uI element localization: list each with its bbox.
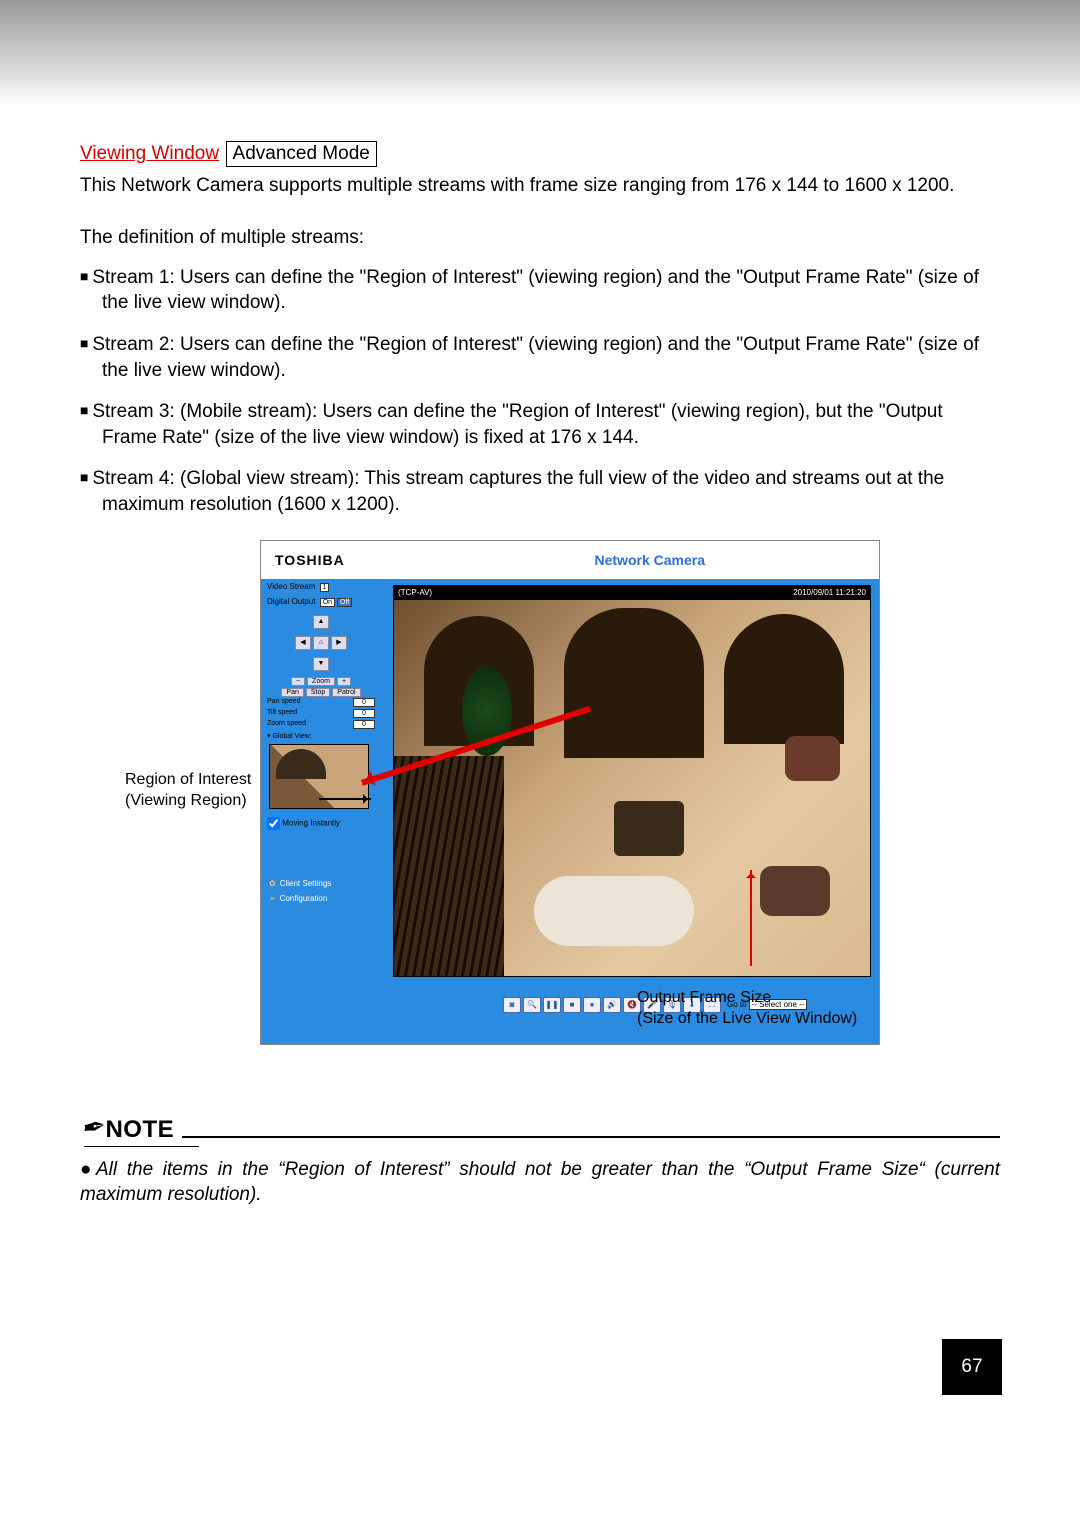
list-item: Stream 1: Users can define the "Region o… (80, 265, 1000, 316)
pan-stop-patrol-row: Pan Stop Patrol (261, 688, 381, 697)
note-heading: ✒ NOTE (80, 1111, 1000, 1144)
pan-speed-label: Pan speed (267, 698, 300, 707)
note-text: All the items in the “Region of Interest… (80, 1159, 1000, 1206)
stop-button[interactable]: Stop (306, 688, 330, 697)
tilt-speed-select[interactable]: 0 (353, 709, 375, 718)
note-label: NOTE (105, 1116, 174, 1144)
zoom-speed-label: Zoom speed (267, 720, 306, 729)
video-stream-row: Video Stream 1 (261, 579, 381, 594)
ptz-down-button[interactable]: ▼ (313, 657, 329, 671)
digital-output-label: Digital Output (267, 597, 315, 606)
list-item: Stream 4: (Global view stream): This str… (80, 466, 1000, 517)
zoom-button[interactable]: 🔍 (523, 997, 541, 1013)
feather-icon: ✒ (77, 1109, 106, 1146)
scene-decor (534, 876, 694, 946)
client-settings-link[interactable]: ✿ Client Settings (261, 876, 381, 891)
volume-button[interactable]: 🔊 (603, 997, 621, 1013)
video-protocol-label: (TCP-AV) (398, 586, 432, 600)
ofs-callout-line1: Output Frame Size (637, 989, 771, 1006)
configuration-label: Configuration (280, 894, 328, 903)
pan-button[interactable]: Pan (281, 688, 303, 697)
scene-decor (760, 866, 830, 916)
digital-output-row: Digital Output OnOff (261, 594, 381, 609)
client-settings-label: Client Settings (280, 879, 332, 888)
video-stream-select[interactable]: 1 (320, 583, 330, 592)
digital-output-off-button[interactable]: Off (337, 598, 352, 607)
tilt-speed-label: Tilt speed (267, 709, 297, 718)
moving-instantly-checkbox[interactable] (267, 817, 280, 830)
zoom-label: Zoom (307, 677, 335, 686)
video-stream-label: Video Stream (267, 582, 315, 591)
ptz-left-button[interactable]: ◀ (295, 636, 311, 650)
section-title: Viewing Window Advanced Mode (80, 141, 1000, 167)
intro-paragraph: This Network Camera supports multiple st… (80, 173, 1000, 199)
ptz-right-button[interactable]: ▶ (331, 636, 347, 650)
zoom-speed-select[interactable]: 0 (353, 720, 375, 729)
pan-speed-select[interactable]: 0 (353, 698, 375, 707)
digital-output-on-button[interactable]: On (320, 598, 335, 607)
list-item: Stream 3: (Mobile stream): Users can def… (80, 399, 1000, 450)
scene-decor (614, 801, 684, 856)
list-item: Stream 2: Users can define the "Region o… (80, 332, 1000, 383)
video-overlay-bar: (TCP-AV) 2010/09/01 11:21:20 (394, 586, 870, 600)
global-view-text: Global View: (272, 733, 311, 740)
note-body: ●All the items in the “Region of Interes… (80, 1157, 1000, 1208)
header-gradient (0, 0, 1080, 105)
note-underline (84, 1146, 199, 1147)
record-button[interactable]: ● (583, 997, 601, 1013)
scene-decor (785, 736, 840, 781)
roi-arrow-icon (319, 798, 371, 800)
moving-instantly-row: Moving Instantly (261, 811, 381, 836)
ofs-callout: Output Frame Size (Size of the Live View… (637, 988, 857, 1030)
screenshot-figure: Region of Interest (Viewing Region) TOSH… (125, 540, 955, 1065)
ptz-home-button[interactable]: ⌂ (313, 636, 329, 650)
note-rule (182, 1136, 1000, 1138)
camera-body: Video Stream 1 Digital Output OnOff ▲ ▼ … (261, 579, 879, 1044)
ptz-dpad: ▲ ▼ ◀ ▶ ⌂ (293, 615, 349, 671)
roi-callout-line1: Region of Interest (125, 771, 251, 788)
scene-decor (724, 614, 844, 744)
tools-icon: ➣ (269, 894, 276, 903)
tilt-speed-row: Tilt speed 0 (261, 708, 381, 719)
advanced-mode-badge: Advanced Mode (226, 141, 377, 167)
zoom-out-button[interactable]: − (291, 677, 305, 686)
definition-heading: The definition of multiple streams: (80, 227, 1000, 249)
camera-header: TOSHIBA Network Camera (261, 541, 879, 579)
stream-list: Stream 1: Users can define the "Region o… (80, 265, 1000, 518)
camera-sidebar: Video Stream 1 Digital Output OnOff ▲ ▼ … (261, 579, 381, 1044)
snapshot-button[interactable]: ◙ (503, 997, 521, 1013)
content-area: Viewing Window Advanced Mode This Networ… (0, 105, 1080, 1208)
page-number: 67 (942, 1339, 1002, 1395)
ptz-up-button[interactable]: ▲ (313, 615, 329, 629)
pause-button[interactable]: ❚❚ (543, 997, 561, 1013)
pan-speed-row: Pan speed 0 (261, 697, 381, 708)
gear-icon: ✿ (269, 879, 276, 888)
ofs-arrow-icon (750, 870, 752, 966)
global-view-label: ▾ Global View: (261, 730, 381, 742)
patrol-button[interactable]: Patrol (332, 688, 360, 697)
roi-callout-line2: (Viewing Region) (125, 792, 247, 809)
zoom-in-button[interactable]: + (337, 677, 351, 686)
page: Viewing Window Advanced Mode This Networ… (0, 0, 1080, 1527)
ofs-callout-line2: (Size of the Live View Window) (637, 1010, 857, 1027)
brand-logo: TOSHIBA (275, 552, 345, 568)
moving-instantly-label: Moving Instantly (282, 818, 340, 827)
video-timestamp: 2010/09/01 11:21:20 (793, 586, 866, 600)
zoom-speed-row: Zoom speed 0 (261, 719, 381, 730)
zoom-row: − Zoom + (261, 677, 381, 686)
roi-callout: Region of Interest (Viewing Region) (125, 770, 251, 812)
product-title: Network Camera (595, 552, 706, 568)
viewing-window-link[interactable]: Viewing Window (80, 143, 219, 164)
configuration-link[interactable]: ➣ Configuration (261, 891, 381, 906)
stop-video-button[interactable]: ■ (563, 997, 581, 1013)
